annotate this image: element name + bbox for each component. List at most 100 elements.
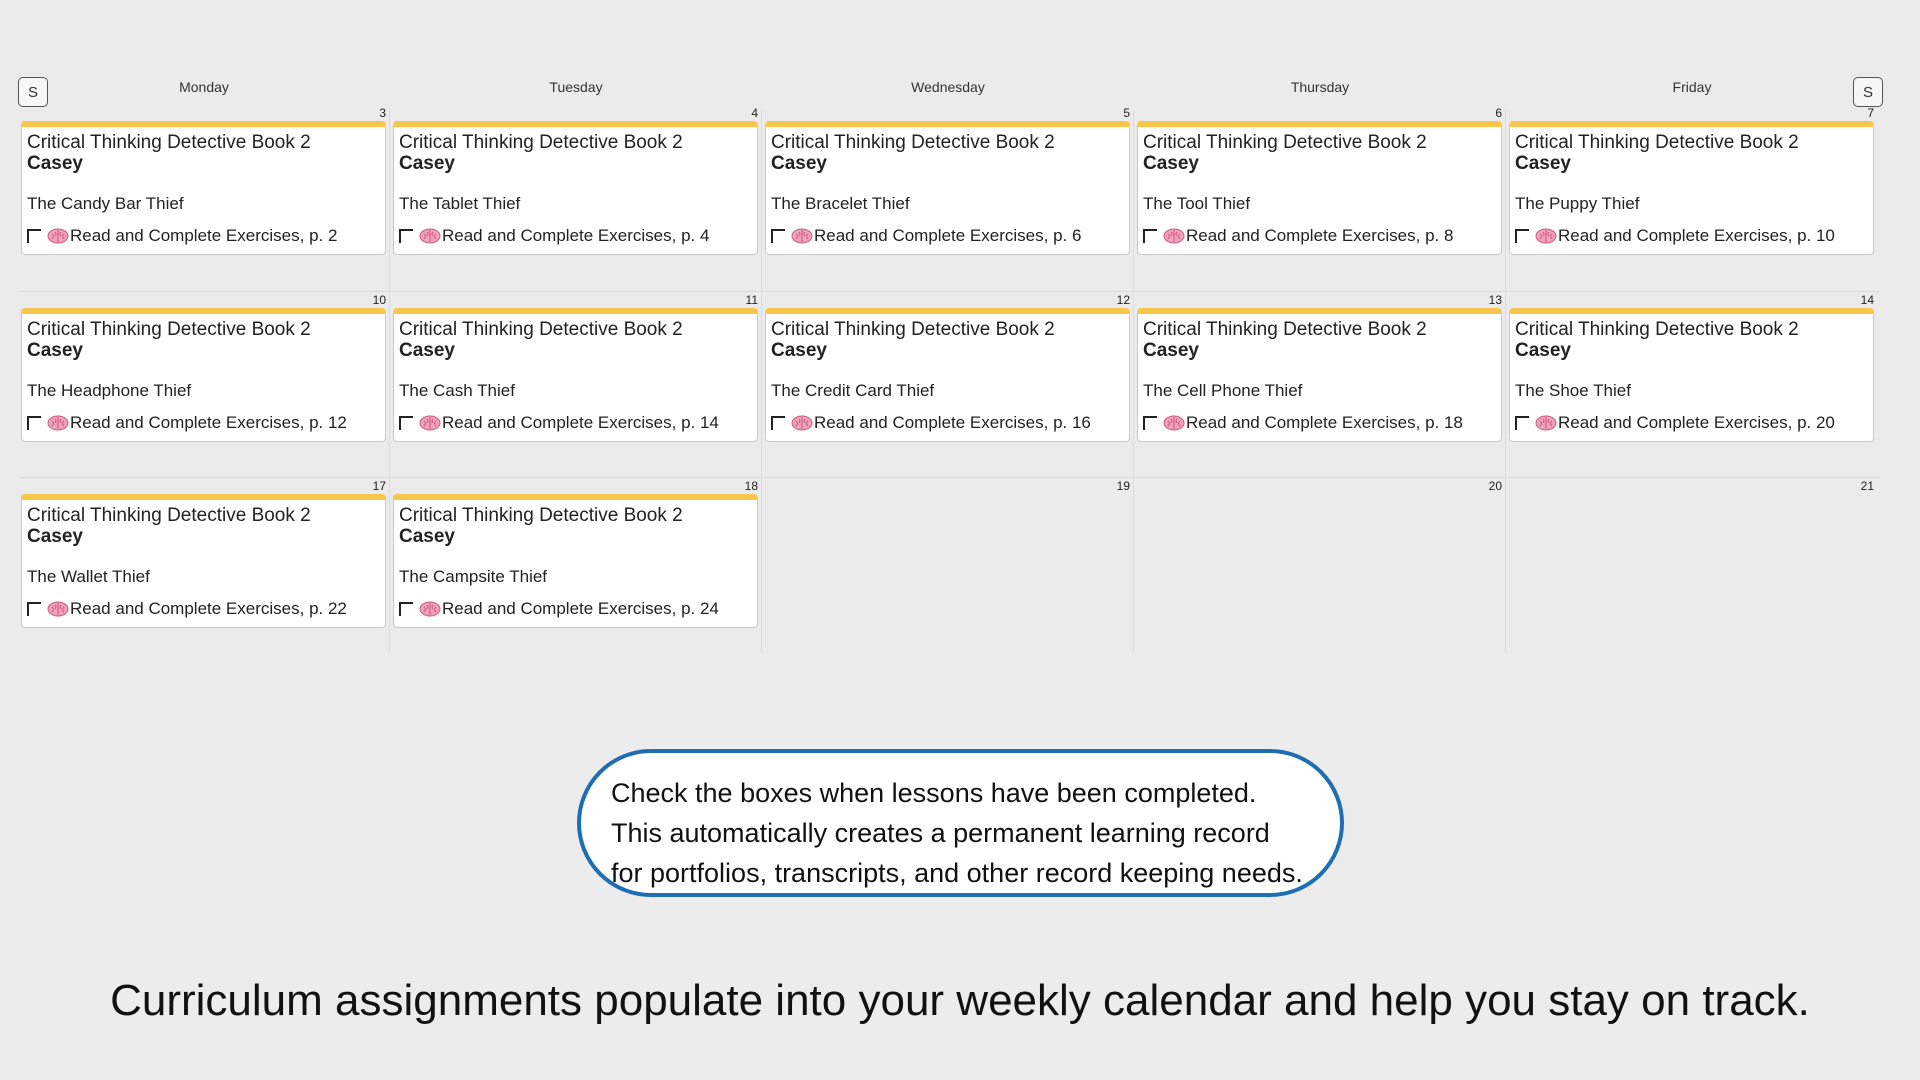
task-checkbox[interactable] <box>1143 229 1157 243</box>
task-checkbox[interactable] <box>771 229 785 243</box>
date-number: 17 <box>372 479 386 493</box>
student-name: Casey <box>399 526 455 547</box>
day-header-tuesday: Tuesday <box>549 79 603 95</box>
task-label: Read and Complete Exercises, p. 22 <box>70 599 347 618</box>
student-name: Casey <box>1143 340 1199 361</box>
task-label: Read and Complete Exercises, p. 18 <box>1186 413 1463 432</box>
day-cell[interactable]: 13 Critical Thinking Detective Book 2 Case… <box>1134 293 1506 479</box>
callout-bubble: Check the boxes when lessons have been c… <box>577 749 1344 897</box>
curriculum-title: Critical Thinking Detective Book 2 <box>27 505 311 526</box>
task-row: Read and Complete Exercises, p. 16 <box>771 413 1124 433</box>
lesson-name: The Campsite Thief <box>399 567 548 586</box>
day-cell[interactable]: 17 Critical Thinking Detective Book 2 Case… <box>18 479 390 665</box>
date-number: 10 <box>372 293 386 307</box>
task-checkbox[interactable] <box>1515 416 1529 430</box>
lesson-name: The Credit Card Thief <box>771 381 935 400</box>
task-checkbox[interactable] <box>399 602 413 616</box>
brain-icon <box>1535 415 1557 431</box>
day-cell[interactable]: 7 Critical Thinking Detective Book 2 Casey… <box>1506 106 1878 292</box>
brain-icon <box>791 228 813 244</box>
date-number: 6 <box>1495 106 1502 120</box>
day-cell[interactable]: 12 Critical Thinking Detective Book 2 Case… <box>762 293 1134 479</box>
day-cell[interactable]: 11 Critical Thinking Detective Book 2 Case… <box>390 293 762 479</box>
assignment-card[interactable]: Critical Thinking Detective Book 2 Casey T… <box>393 121 758 255</box>
brain-icon <box>47 415 69 431</box>
day-header-monday: Monday <box>179 79 229 95</box>
student-name: Casey <box>1515 340 1571 361</box>
callout-line: for portfolios, transcripts, and other r… <box>611 858 1303 888</box>
task-checkbox[interactable] <box>27 416 41 430</box>
assignment-card[interactable]: Critical Thinking Detective Book 2 Casey T… <box>1137 308 1502 442</box>
task-checkbox[interactable] <box>399 229 413 243</box>
task-row: Read and Complete Exercises, p. 2 <box>27 226 380 246</box>
task-checkbox[interactable] <box>399 416 413 430</box>
assignment-card[interactable]: Critical Thinking Detective Book 2 Casey T… <box>765 308 1130 442</box>
task-row: Read and Complete Exercises, p. 20 <box>1515 413 1868 433</box>
brain-icon <box>791 415 813 431</box>
task-checkbox[interactable] <box>27 229 41 243</box>
task-label: Read and Complete Exercises, p. 4 <box>442 226 710 245</box>
calendar-header: S Monday Tuesday Wednesday Thursday Frid… <box>0 60 1920 110</box>
day-cell[interactable]: 21 <box>1506 479 1878 665</box>
day-cell[interactable]: 19 <box>762 479 1134 665</box>
task-checkbox[interactable] <box>1143 416 1157 430</box>
task-row: Read and Complete Exercises, p. 14 <box>399 413 752 433</box>
assignment-card[interactable]: Critical Thinking Detective Book 2 Casey T… <box>21 308 386 442</box>
task-label: Read and Complete Exercises, p. 8 <box>1186 226 1454 245</box>
assignment-card[interactable]: Critical Thinking Detective Book 2 Casey T… <box>21 121 386 255</box>
curriculum-title: Critical Thinking Detective Book 2 <box>399 319 683 340</box>
task-checkbox[interactable] <box>1515 229 1529 243</box>
day-header-friday: Friday <box>1672 79 1712 95</box>
task-label: Read and Complete Exercises, p. 2 <box>70 226 338 245</box>
date-number: 20 <box>1488 479 1502 493</box>
task-label: Read and Complete Exercises, p. 6 <box>814 226 1082 245</box>
brain-icon <box>1163 415 1185 431</box>
task-row: Read and Complete Exercises, p. 8 <box>1143 226 1496 246</box>
brain-icon <box>1535 228 1557 244</box>
assignment-card[interactable]: Critical Thinking Detective Book 2 Casey T… <box>393 494 758 628</box>
task-checkbox[interactable] <box>27 602 41 616</box>
task-row: Read and Complete Exercises, p. 10 <box>1515 226 1868 246</box>
curriculum-title: Critical Thinking Detective Book 2 <box>27 319 311 340</box>
assignment-card[interactable]: Critical Thinking Detective Book 2 Casey T… <box>1509 308 1874 442</box>
day-header-thursday: Thursday <box>1290 79 1350 95</box>
student-name: Casey <box>27 526 83 547</box>
day-cell[interactable]: 18 Critical Thinking Detective Book 2 Case… <box>390 479 762 665</box>
day-cell[interactable]: 5 Critical Thinking Detective Book 2 Casey… <box>762 106 1134 292</box>
date-number: 21 <box>1860 479 1874 493</box>
lesson-name: The Headphone Thief <box>27 381 192 400</box>
day-cell[interactable]: 20 <box>1134 479 1506 665</box>
task-label: Read and Complete Exercises, p. 16 <box>814 413 1091 432</box>
curriculum-title: Critical Thinking Detective Book 2 <box>1515 319 1799 340</box>
assignment-card[interactable]: Critical Thinking Detective Book 2 Casey T… <box>765 121 1130 255</box>
assignment-card[interactable]: Critical Thinking Detective Book 2 Casey T… <box>393 308 758 442</box>
curriculum-title: Critical Thinking Detective Book 2 <box>771 132 1055 153</box>
callout-line: Check the boxes when lessons have been c… <box>611 778 1257 808</box>
lesson-name: The Puppy Thief <box>1515 194 1640 213</box>
date-number: 4 <box>751 106 758 120</box>
task-row: Read and Complete Exercises, p. 4 <box>399 226 752 246</box>
lesson-name: The Shoe Thief <box>1515 381 1631 400</box>
day-cell[interactable]: 3 Critical Thinking Detective Book 2 Casey… <box>18 106 390 292</box>
lesson-name: The Cell Phone Thief <box>1143 381 1303 400</box>
curriculum-title: Critical Thinking Detective Book 2 <box>1143 319 1427 340</box>
curriculum-title: Critical Thinking Detective Book 2 <box>1515 132 1799 153</box>
day-cell[interactable]: 6 Critical Thinking Detective Book 2 Casey… <box>1134 106 1506 292</box>
lesson-name: The Tablet Thief <box>399 194 521 213</box>
weekly-calendar: S Monday Tuesday Wednesday Thursday Frid… <box>0 60 1920 653</box>
day-cell[interactable]: 10 Critical Thinking Detective Book 2 Case… <box>18 293 390 479</box>
brain-icon <box>47 228 69 244</box>
task-checkbox[interactable] <box>771 416 785 430</box>
assignment-card[interactable]: Critical Thinking Detective Book 2 Casey T… <box>21 494 386 628</box>
next-toggle-button[interactable]: S <box>1853 77 1883 107</box>
lesson-name: The Candy Bar Thief <box>27 194 184 213</box>
assignment-card[interactable]: Critical Thinking Detective Book 2 Casey T… <box>1137 121 1502 255</box>
date-number: 3 <box>379 106 386 120</box>
student-name: Casey <box>771 340 827 361</box>
assignment-card[interactable]: Critical Thinking Detective Book 2 Casey T… <box>1509 121 1874 255</box>
day-cell[interactable]: 4 Critical Thinking Detective Book 2 Casey… <box>390 106 762 292</box>
brain-icon <box>47 601 69 617</box>
lesson-name: The Wallet Thief <box>27 567 150 586</box>
student-name: Casey <box>27 340 83 361</box>
day-cell[interactable]: 14 Critical Thinking Detective Book 2 Case… <box>1506 293 1878 479</box>
